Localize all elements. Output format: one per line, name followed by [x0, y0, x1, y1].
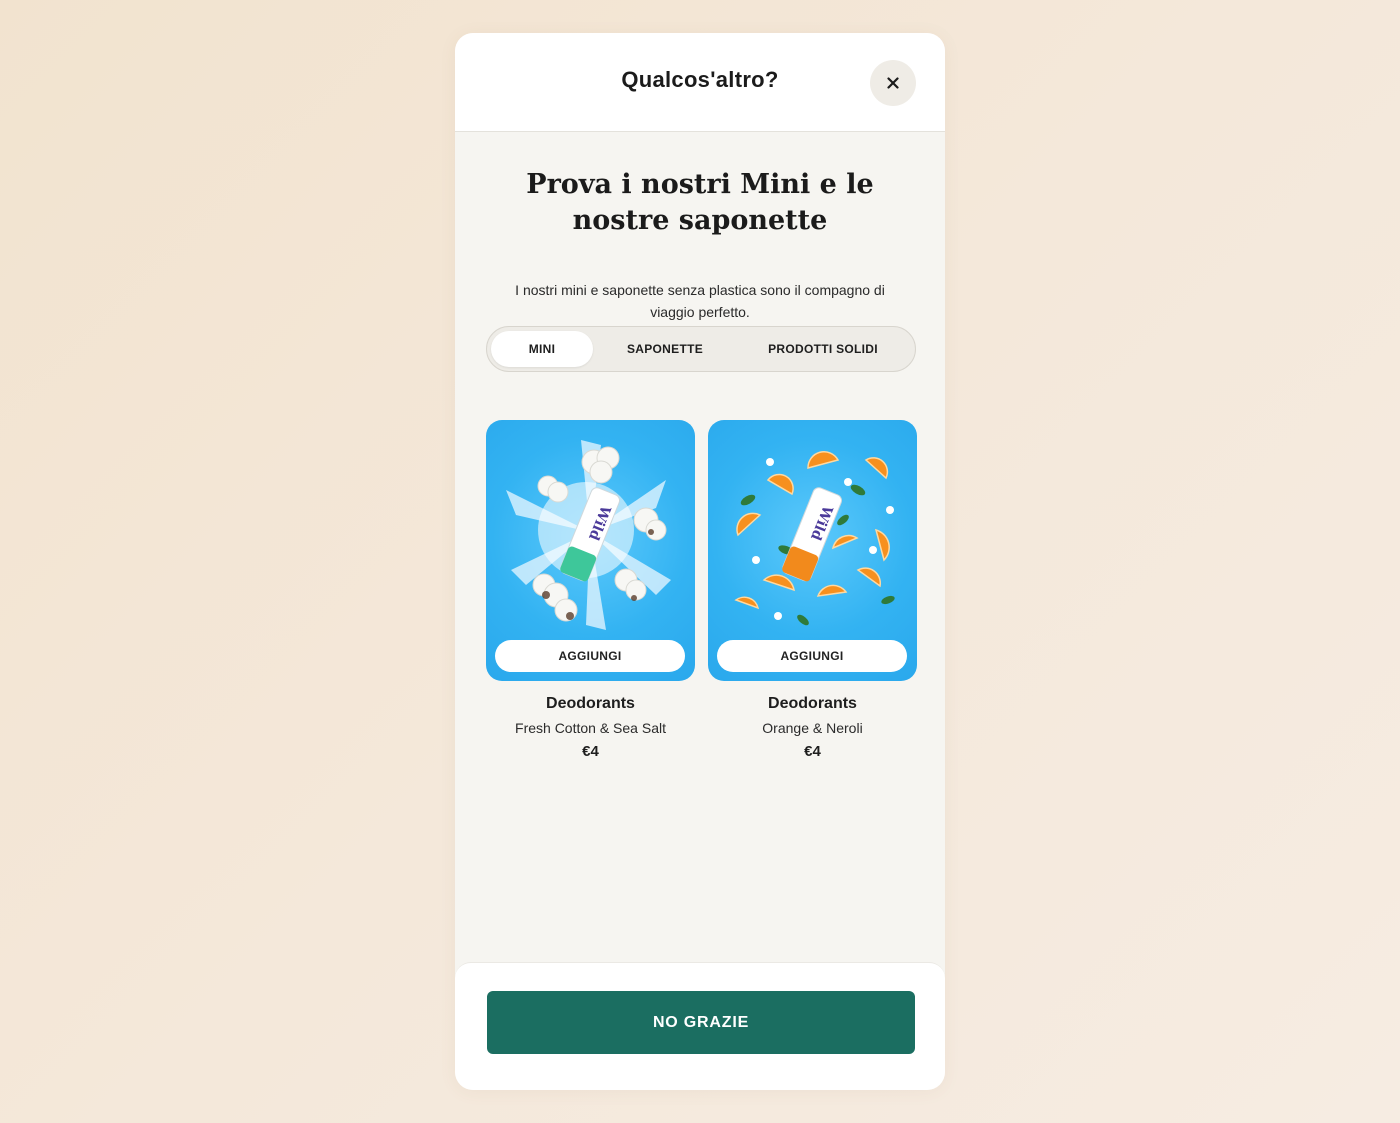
section-heading: Prova i nostri Mini e le nostre saponett… [526, 169, 874, 236]
category-tabs: MINI SAPONETTE PRODOTTI SOLIDI [486, 326, 916, 372]
product-variant: Orange & Neroli [762, 720, 863, 736]
product-card-fresh-cotton[interactable]: Wild AGGIUNGI Deodorants Fresh Cotton & … [486, 420, 695, 760]
product-name: Deodorants [546, 695, 635, 712]
tab-mini[interactable]: MINI [491, 331, 593, 367]
modal-footer: NO GRAZIE [455, 962, 945, 1090]
product-card-orange-neroli[interactable]: Wild AGGIUNGI Deodorants Orange & Neroli… [708, 420, 917, 760]
deodorant-orange-illustration: Wild [734, 451, 895, 626]
product-price: €4 [804, 743, 821, 760]
section-description: I nostri mini e saponette senza plastica… [515, 282, 885, 320]
close-icon [887, 77, 899, 89]
no-thanks-button[interactable]: NO GRAZIE [487, 991, 915, 1054]
add-to-cart-button[interactable]: AGGIUNGI [717, 640, 907, 672]
close-button[interactable] [870, 60, 916, 106]
tab-prodotti-solidi[interactable]: PRODOTTI SOLIDI [749, 331, 897, 367]
product-image[interactable]: Wild AGGIUNGI [708, 420, 917, 681]
product-price: €4 [582, 743, 599, 760]
deodorant-cotton-illustration: Wild [506, 440, 671, 630]
modal-header: Qualcos'altro? [455, 33, 945, 132]
upsell-modal: Qualcos'altro? Prova i nostri Mini e le … [455, 33, 945, 1090]
product-image[interactable]: Wild AGGIUNGI [486, 420, 695, 681]
product-variant: Fresh Cotton & Sea Salt [515, 720, 666, 736]
product-name: Deodorants [768, 695, 857, 712]
add-to-cart-button[interactable]: AGGIUNGI [495, 640, 685, 672]
tab-saponette[interactable]: SAPONETTE [605, 331, 725, 367]
